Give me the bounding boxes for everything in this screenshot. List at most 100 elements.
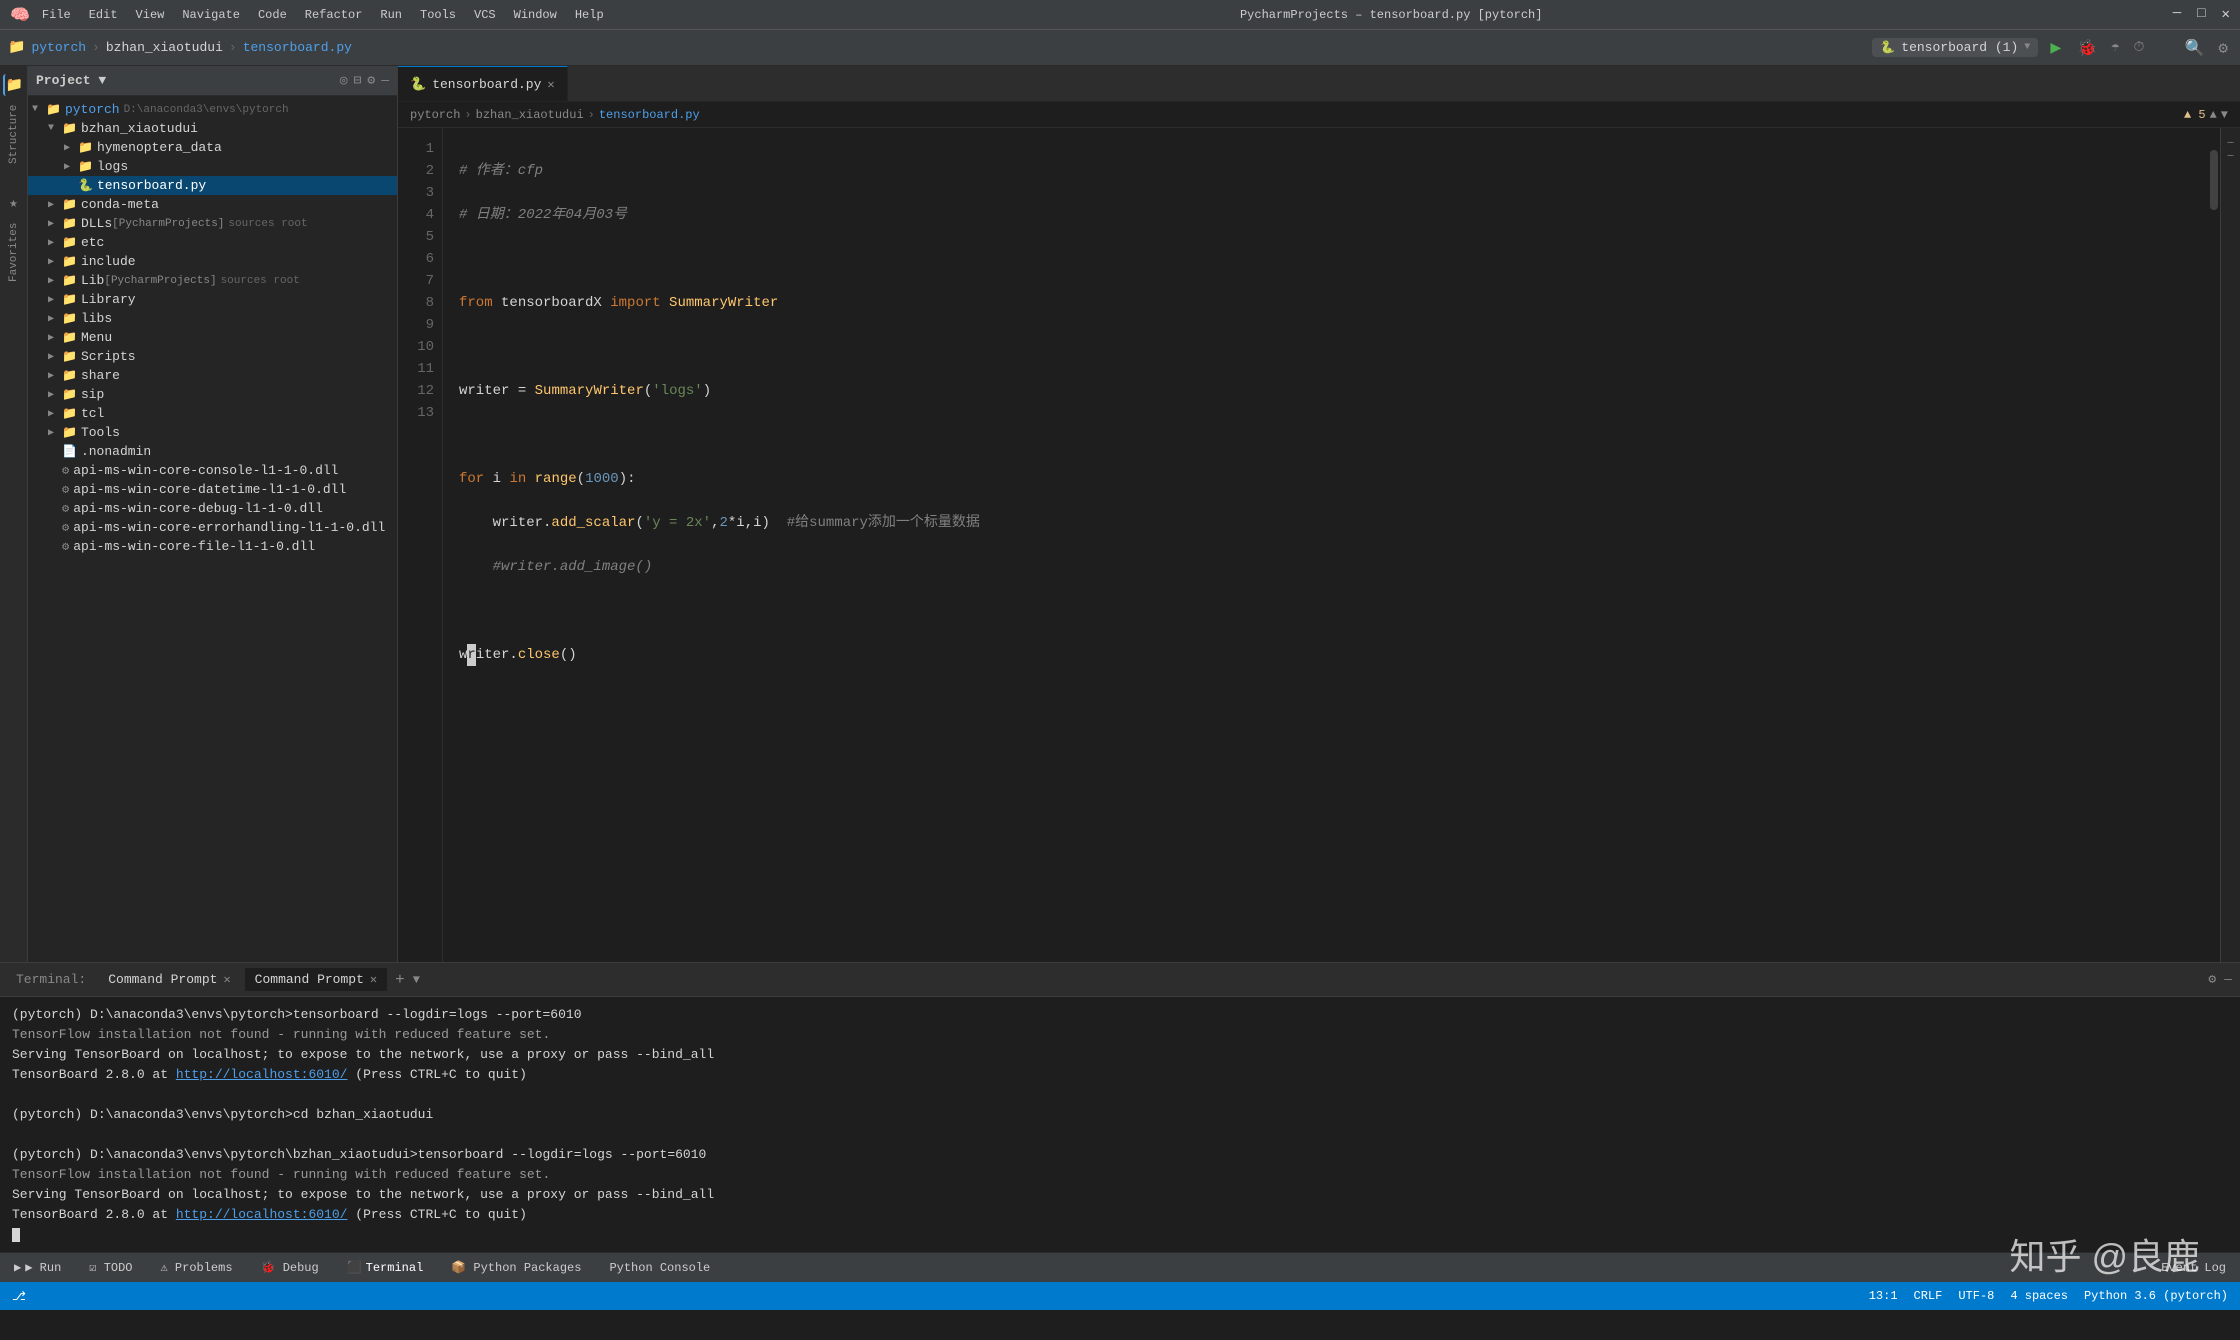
titlebar-title: PycharmProjects – tensorboard.py [pytorc…	[1240, 8, 1542, 22]
run-button[interactable]: ▶	[2044, 37, 2067, 59]
close-button[interactable]: ✕	[2222, 6, 2230, 23]
status-python-version[interactable]: Python 3.6 (pytorch)	[2084, 1289, 2228, 1303]
minimize-button[interactable]: ─	[2173, 6, 2181, 23]
breadcrumb-scroll-up[interactable]: ▲	[2210, 108, 2217, 122]
tree-item-library[interactable]: ▶ 📁 Library	[28, 290, 397, 309]
code-editor[interactable]: 1 2 3 4 5 6 7 8 9 10 11 12 13 # 作者：cfp #…	[398, 128, 2240, 962]
tree-item-tools[interactable]: ▶ 📁 Tools	[28, 423, 397, 442]
terminal-tab-1-close[interactable]: ✕	[223, 972, 230, 987]
status-line-sep[interactable]: CRLF	[1914, 1289, 1943, 1303]
python-console-tool-item[interactable]: Python Console	[603, 1259, 716, 1277]
tree-item-sip[interactable]: ▶ 📁 sip	[28, 385, 397, 404]
terminal-tab-2[interactable]: Command Prompt ✕	[245, 968, 387, 991]
maximize-button[interactable]: □	[2197, 6, 2205, 23]
tree-item-conda-meta[interactable]: ▶ 📁 conda-meta	[28, 195, 397, 214]
terminal-tab-2-close[interactable]: ✕	[370, 972, 377, 987]
debug-tool-label: 🐞 Debug	[261, 1260, 319, 1275]
terminal-settings-icon[interactable]: ⚙	[2208, 972, 2216, 987]
code-line-4: from tensorboardX import SummaryWriter	[459, 292, 2192, 314]
panel-close-icon[interactable]: —	[381, 73, 389, 88]
terminal-actions: ⚙ —	[2208, 972, 2232, 987]
tree-item-root[interactable]: ▼ 📁 pytorch D:\anaconda3\envs\pytorch	[28, 100, 397, 119]
tree-item-nonadmin[interactable]: ▶ 📄 .nonadmin	[28, 442, 397, 461]
toolbar-project-icon: 📁	[8, 39, 25, 56]
terminal-tab-1[interactable]: Command Prompt ✕	[98, 968, 240, 991]
settings-gear-icon[interactable]: ⚙	[367, 73, 375, 88]
status-indent[interactable]: 4 spaces	[2010, 1289, 2068, 1303]
sidebar-bookmarks-icon[interactable]: ★	[3, 192, 25, 214]
python-packages-tool-label: 📦 Python Packages	[451, 1260, 581, 1275]
menu-window[interactable]: Window	[508, 6, 563, 24]
event-log-tool-item[interactable]: Event Log	[2155, 1259, 2232, 1277]
terminal-tool-item[interactable]: ⬛ Terminal	[341, 1258, 430, 1277]
tree-item-dll1[interactable]: ▶ ⚙ api-ms-win-core-console-l1-1-0.dll	[28, 461, 397, 480]
tree-item-dll4[interactable]: ▶ ⚙ api-ms-win-core-errorhandling-l1-1-0…	[28, 518, 397, 537]
panel-header-icons: ◎ ⊟ ⚙ —	[340, 73, 389, 88]
terminal-body[interactable]: (pytorch) D:\anaconda3\envs\pytorch>tens…	[0, 997, 2240, 1252]
tree-item-tensorboard[interactable]: ▶ 🐍 tensorboard.py	[28, 176, 397, 195]
menu-vcs[interactable]: VCS	[468, 6, 502, 24]
project-panel-title: Project ▼	[36, 73, 106, 88]
code-line-12: writer.close()	[459, 644, 2192, 666]
tree-item-include[interactable]: ▶ 📁 include	[28, 252, 397, 271]
tab-close-button[interactable]: ✕	[547, 77, 554, 92]
run-config-selector[interactable]: 🐍 tensorboard (1) ▼	[1872, 38, 2038, 57]
coverage-button[interactable]: ☂	[2107, 39, 2123, 56]
locate-icon[interactable]: ◎	[340, 73, 348, 88]
run-tool-item[interactable]: ▶ ▶ Run	[8, 1258, 67, 1277]
tree-item-menu[interactable]: ▶ 📁 Menu	[28, 328, 397, 347]
tree-item-share[interactable]: ▶ 📁 share	[28, 366, 397, 385]
terminal-cursor-line	[12, 1225, 2228, 1245]
sidebar-structure-icon[interactable]: Structure	[7, 104, 21, 164]
tree-item-hymenoptera[interactable]: ▶ 📁 hymenoptera_data	[28, 138, 397, 157]
menu-run[interactable]: Run	[374, 6, 408, 24]
menu-navigate[interactable]: Navigate	[176, 6, 246, 24]
tree-item-dlls[interactable]: ▶ 📁 DLLs [PycharmProjects] sources root	[28, 214, 397, 233]
settings-button[interactable]: ⚙	[2214, 38, 2232, 58]
breadcrumb-scroll-down[interactable]: ▼	[2221, 108, 2228, 122]
tree-item-dll3[interactable]: ▶ ⚙ api-ms-win-core-debug-l1-1-0.dll	[28, 499, 397, 518]
sidebar-project-icon[interactable]: 📁	[3, 74, 25, 96]
python-packages-tool-item[interactable]: 📦 Python Packages	[445, 1258, 587, 1277]
menu-help[interactable]: Help	[569, 6, 610, 24]
terminal-header: Terminal: Command Prompt ✕ Command Promp…	[0, 963, 2240, 997]
menu-tools[interactable]: Tools	[414, 6, 462, 24]
search-button[interactable]: 🔍	[2180, 38, 2208, 58]
sidebar-favorites-icon[interactable]: Favorites	[7, 222, 21, 282]
tree-item-dll5[interactable]: ▶ ⚙ api-ms-win-core-file-l1-1-0.dll	[28, 537, 397, 556]
menu-edit[interactable]: Edit	[83, 6, 124, 24]
terminal-minimize-icon[interactable]: —	[2224, 972, 2232, 987]
code-line-3	[459, 248, 2192, 270]
tree-item-tcl[interactable]: ▶ 📁 tcl	[28, 404, 397, 423]
run-config-icon: 🐍	[1880, 40, 1895, 55]
scrollbar-thumb[interactable]	[2210, 150, 2218, 210]
collapse-all-icon[interactable]: ⊟	[354, 73, 362, 88]
terminal-link-2[interactable]: http://localhost:6010/	[176, 1207, 348, 1222]
problems-tool-item[interactable]: ⚠ Problems	[155, 1258, 239, 1277]
code-content[interactable]: # 作者：cfp # 日期：2022年04月03号 from tensorboa…	[443, 128, 2208, 962]
tree-item-dll2[interactable]: ▶ ⚙ api-ms-win-core-datetime-l1-1-0.dll	[28, 480, 397, 499]
terminal-dropdown-arrow[interactable]: ▼	[413, 973, 420, 987]
menu-file[interactable]: File	[36, 6, 77, 24]
tree-item-lib[interactable]: ▶ 📁 Lib [PycharmProjects] sources root	[28, 271, 397, 290]
terminal-link-1[interactable]: http://localhost:6010/	[176, 1067, 348, 1082]
status-line-col[interactable]: 13:1	[1869, 1289, 1898, 1303]
tree-item-libs[interactable]: ▶ 📁 libs	[28, 309, 397, 328]
editor-tab-tensorboard[interactable]: 🐍 tensorboard.py ✕	[398, 66, 568, 101]
menu-view[interactable]: View	[130, 6, 171, 24]
menu-refactor[interactable]: Refactor	[299, 6, 369, 24]
tree-item-logs[interactable]: ▶ 📁 logs	[28, 157, 397, 176]
tree-item-scripts[interactable]: ▶ 📁 Scripts	[28, 347, 397, 366]
profile-button[interactable]: ⏱	[2130, 40, 2149, 56]
terminal-add-button[interactable]: +	[391, 971, 409, 989]
debug-button[interactable]: 🐞	[2073, 38, 2101, 58]
status-encoding[interactable]: UTF-8	[1958, 1289, 1994, 1303]
code-line-11	[459, 600, 2192, 622]
todo-tool-label: ☑ TODO	[89, 1260, 132, 1275]
editor-scrollbar[interactable]	[2208, 128, 2220, 962]
todo-tool-item[interactable]: ☑ TODO	[83, 1258, 138, 1277]
debug-tool-item[interactable]: 🐞 Debug	[255, 1258, 325, 1277]
menu-code[interactable]: Code	[252, 6, 293, 24]
tree-item-bzhan[interactable]: ▼ 📁 bzhan_xiaotudui	[28, 119, 397, 138]
tree-item-etc[interactable]: ▶ 📁 etc	[28, 233, 397, 252]
